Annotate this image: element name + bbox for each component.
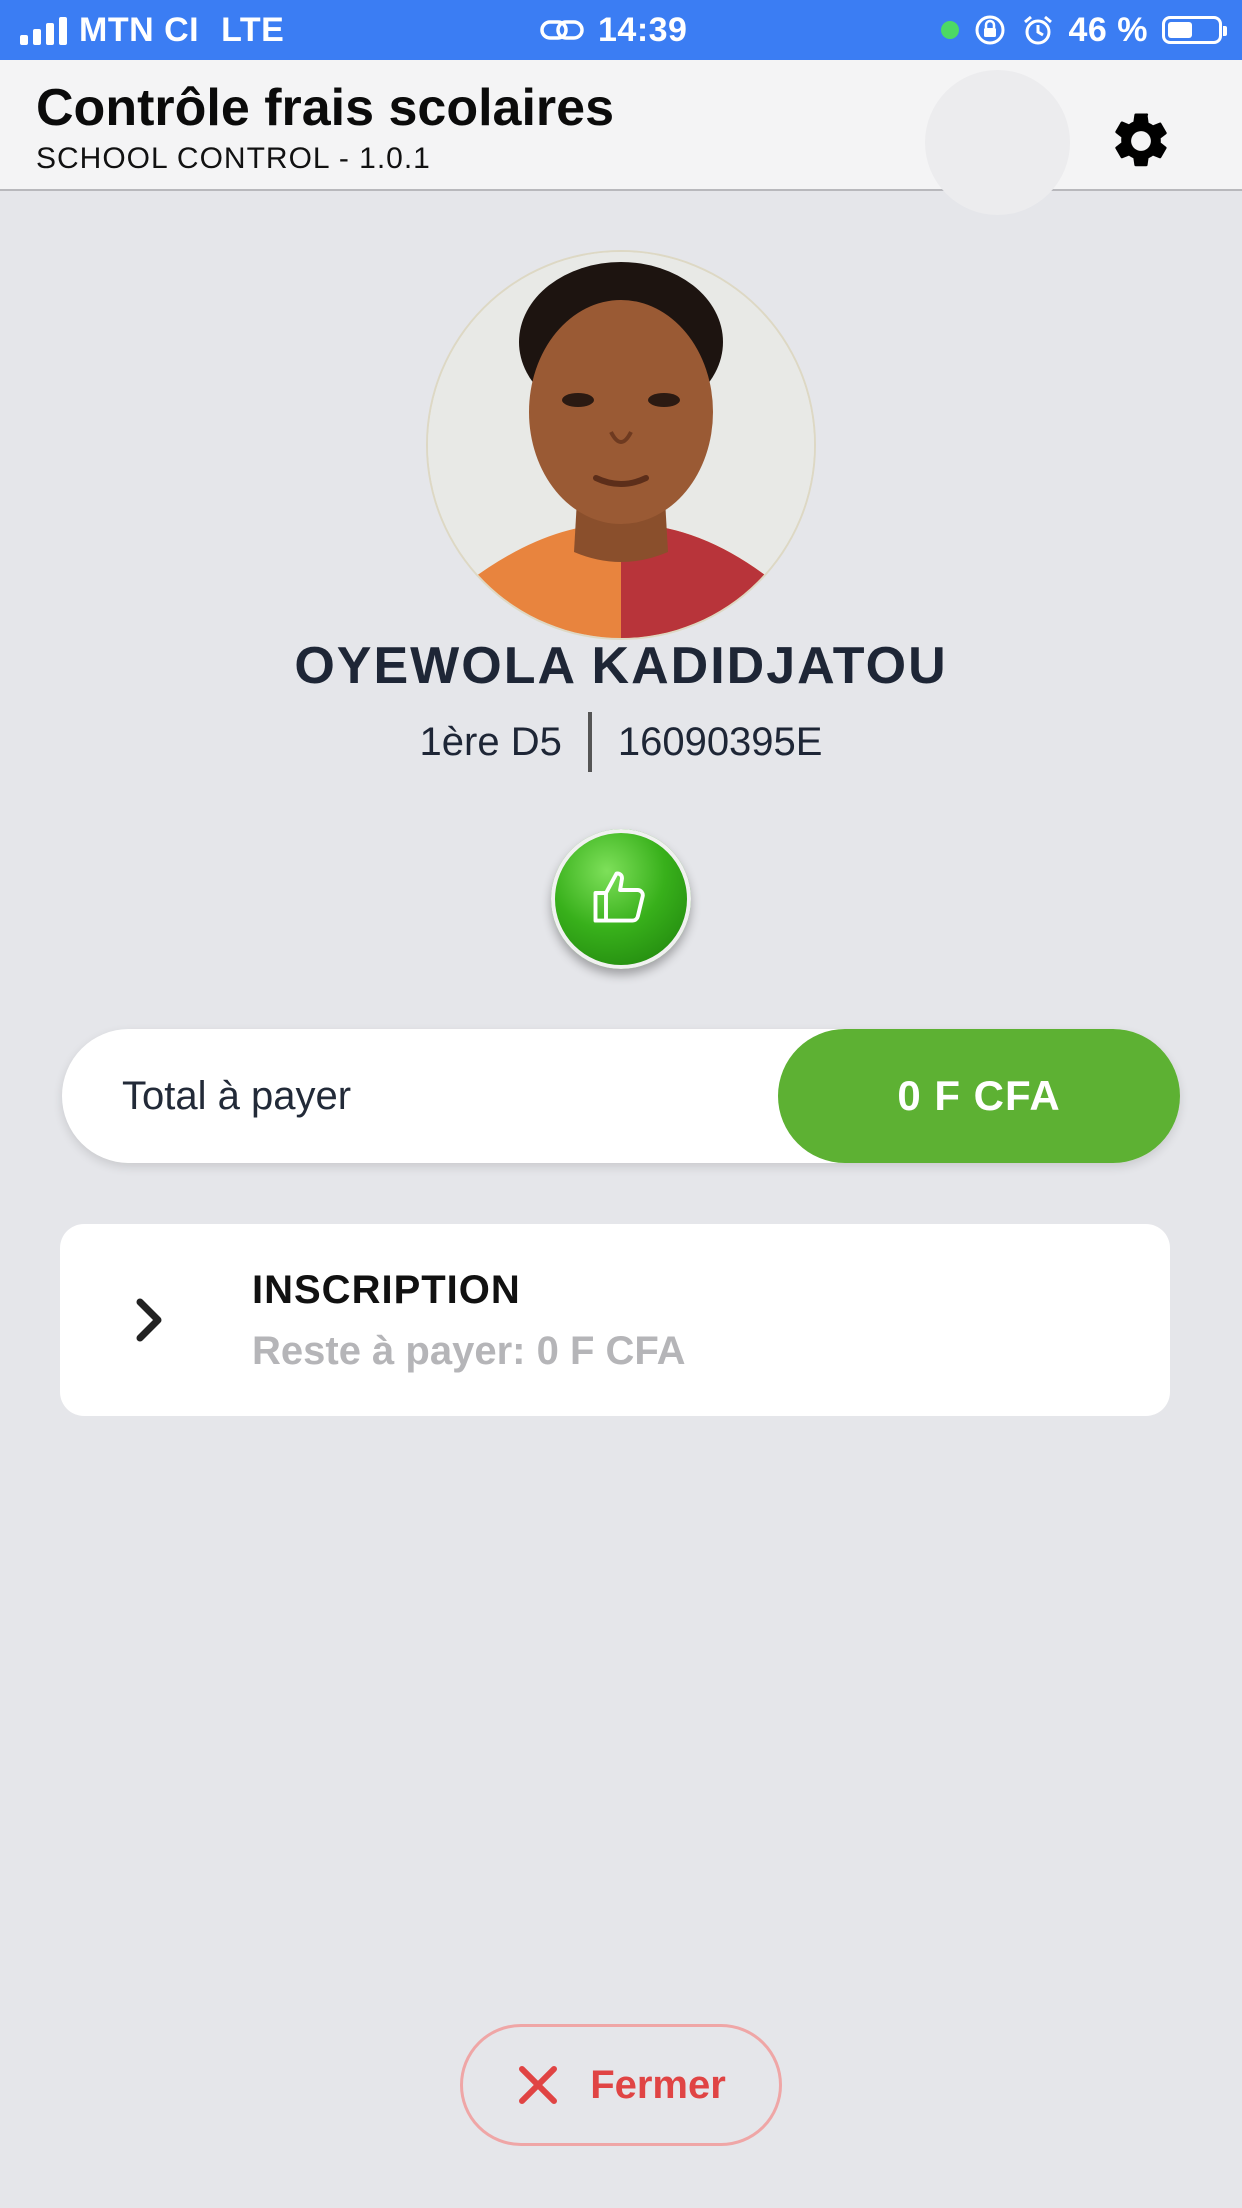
total-amount-badge: 0 F CFA (778, 1029, 1180, 1163)
student-class: 1ère D5 (419, 719, 562, 764)
fee-item-inscription[interactable]: INSCRIPTION Reste à payer: 0 F CFA (60, 1224, 1170, 1416)
close-button-label: Fermer (590, 2062, 726, 2107)
total-label: Total à payer (122, 1074, 352, 1118)
signal-icon (20, 15, 67, 45)
link-icon (540, 20, 584, 40)
battery-percent: 46 % (1068, 10, 1148, 49)
student-meta: 1ère D5 16090395E (0, 712, 1242, 772)
student-name: OYEWOLA KADIDJATOU (294, 637, 948, 695)
student-id: 16090395E (617, 719, 823, 764)
close-button[interactable]: Fermer (460, 2024, 782, 2146)
settings-button[interactable] (1100, 100, 1182, 182)
gear-icon (1115, 113, 1167, 167)
alarm-icon (1023, 15, 1052, 45)
orientation-lock-icon (975, 15, 1004, 45)
fee-title: INSCRIPTION (252, 1268, 521, 1312)
carrier-label: MTN CI (79, 10, 200, 49)
status-bar: MTN CI LTE 14:39 46 % (0, 0, 1242, 60)
thumbs-up-icon (593, 871, 645, 923)
app-version: SCHOOL CONTROL - 1.0.1 (36, 142, 431, 175)
student-photo (428, 252, 814, 638)
chevron-right-icon (136, 1298, 162, 1342)
clock: 14:39 (598, 10, 688, 49)
green-dot-icon (940, 21, 959, 39)
battery-icon (1162, 16, 1227, 44)
app-header: Contrôle frais scolaires SCHOOL CONTROL … (0, 60, 1242, 215)
network-label: LTE (221, 10, 285, 49)
total-summary: Total à payer 0 F CFA (62, 1029, 1180, 1163)
header-ripple (925, 70, 1070, 215)
fee-remaining: Reste à payer: 0 F CFA (252, 1329, 686, 1373)
meta-divider (587, 712, 592, 772)
close-icon (519, 2066, 558, 2104)
page-title: Contrôle frais scolaires (36, 79, 614, 137)
payment-status-badge (551, 829, 691, 969)
